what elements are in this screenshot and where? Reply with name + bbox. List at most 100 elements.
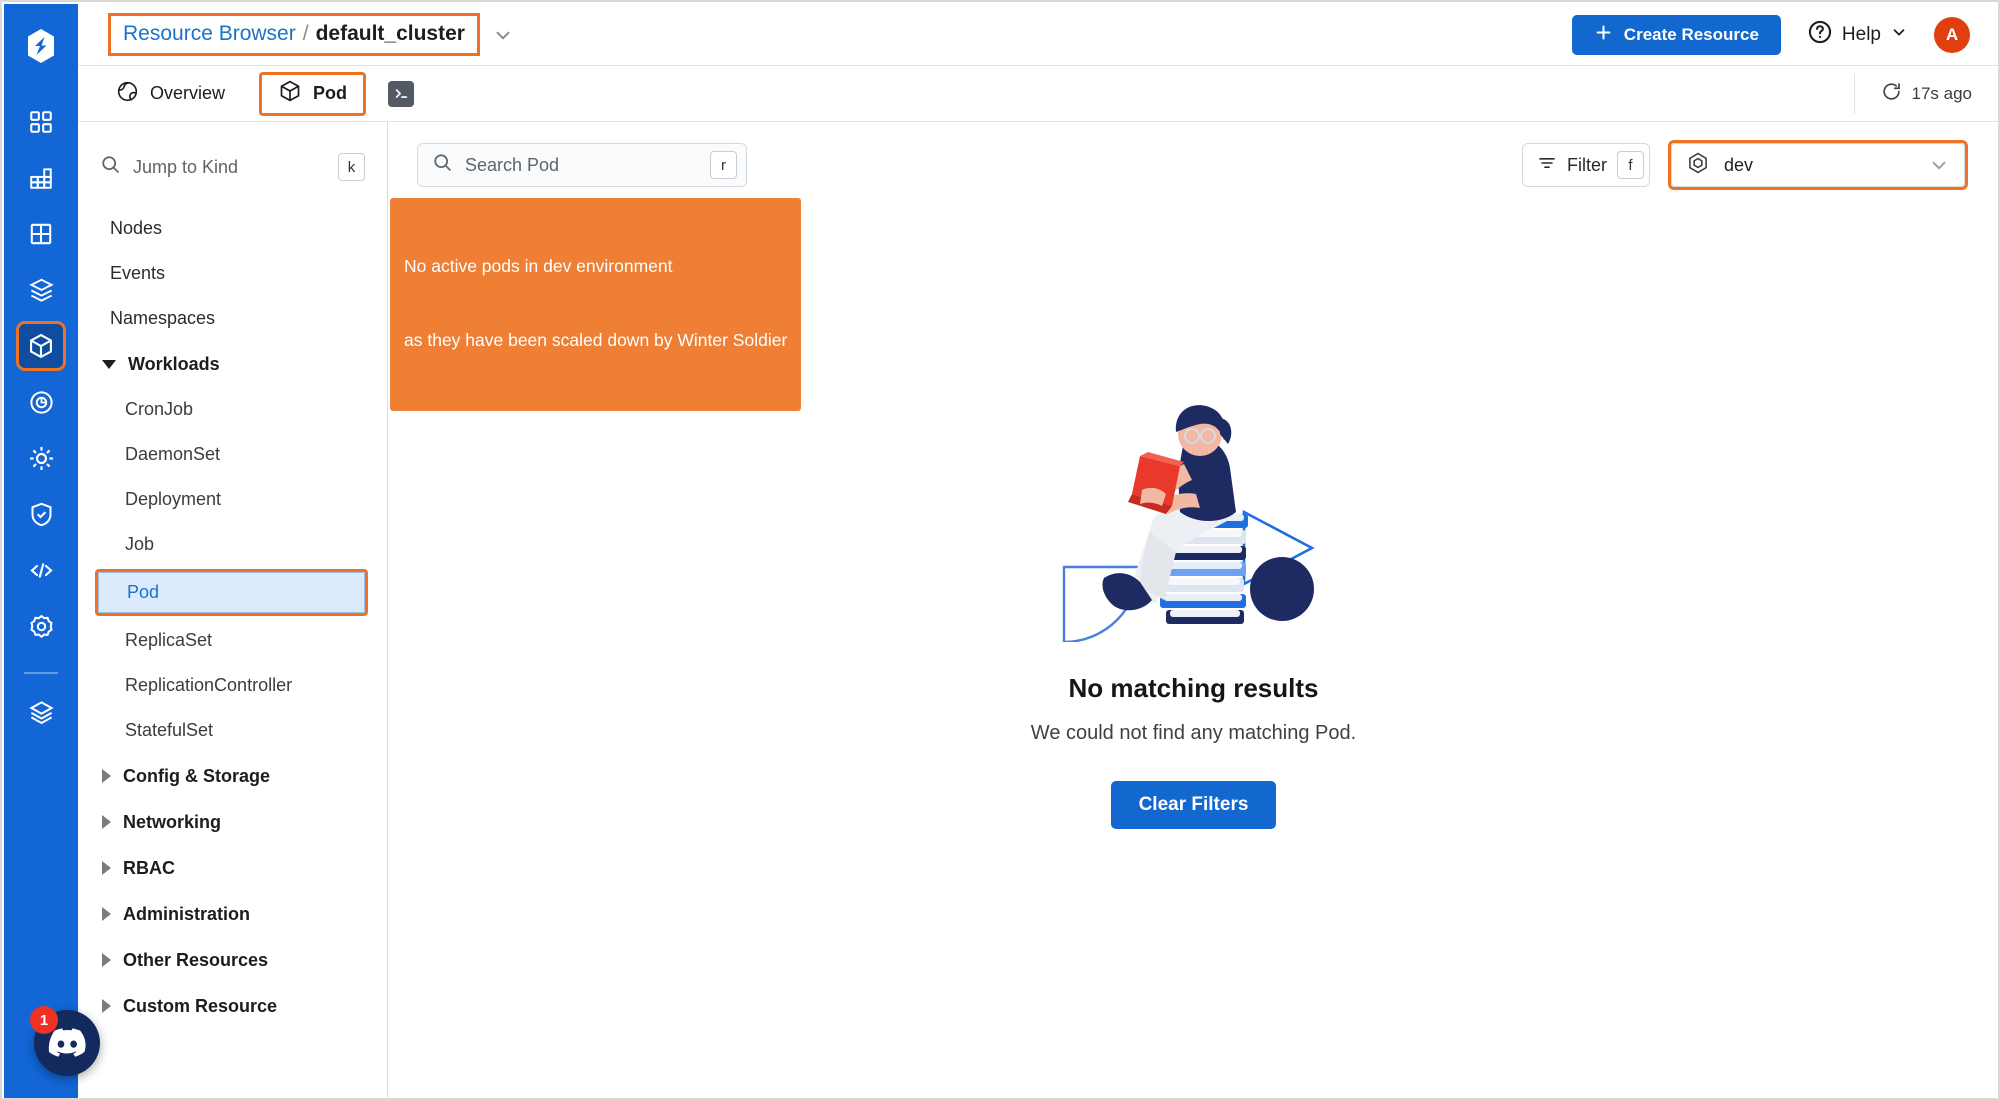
jump-to-kind-placeholder: Jump to Kind xyxy=(133,156,239,177)
sidebar-group-custom-resource[interactable]: Custom Resource xyxy=(78,983,387,1029)
namespace-select[interactable]: dev xyxy=(1671,143,1965,187)
create-resource-button[interactable]: Create Resource xyxy=(1571,14,1781,55)
grid-dashboard-icon xyxy=(28,109,54,135)
app-window: 1 Resource Browser / default_cluster Cre… xyxy=(0,0,2000,1100)
filter-shortcut: f xyxy=(1617,151,1644,179)
sidebar-group-config-storage[interactable]: Config & Storage xyxy=(78,753,387,799)
filter-icon xyxy=(1537,153,1557,178)
sun-gear-icon xyxy=(28,445,55,472)
sidebar-item-pod[interactable]: Pod xyxy=(98,572,365,613)
sidebar-item-pod-highlight: Pod xyxy=(95,569,368,616)
globe-icon xyxy=(116,80,139,108)
sidebar-item-job[interactable]: Job xyxy=(78,522,387,567)
app-logo-icon[interactable] xyxy=(19,24,63,68)
stacked-box-icon xyxy=(28,277,55,304)
sidebar-group-rbac[interactable]: RBAC xyxy=(78,845,387,891)
caret-down-icon xyxy=(102,359,116,369)
sidebar-group-workloads[interactable]: Workloads xyxy=(78,341,387,387)
rail-item-settings[interactable] xyxy=(19,604,63,648)
sidebar-item-label: Deployment xyxy=(125,489,222,509)
sidebar-item-label: Pod xyxy=(127,582,160,602)
table-grid-icon xyxy=(28,221,54,247)
terminal-icon[interactable] xyxy=(388,80,415,107)
empty-state-subtitle: We could not find any matching Pod. xyxy=(1030,722,1357,744)
search-icon xyxy=(100,154,121,180)
caret-right-icon xyxy=(102,953,111,967)
rail-item-grid-dashboard[interactable] xyxy=(19,100,63,144)
sidebar-item-daemonset[interactable]: DaemonSet xyxy=(78,432,387,477)
rail-item-stacked-box[interactable] xyxy=(19,268,63,312)
sidebar-group-administration[interactable]: Administration xyxy=(78,891,387,937)
sidebar-item-deployment[interactable]: Deployment xyxy=(78,477,387,522)
sidebar-item-label: Events xyxy=(110,263,166,283)
search-icon xyxy=(432,152,453,178)
cube-icon xyxy=(278,79,302,108)
filter-button[interactable]: Filter f xyxy=(1522,143,1650,187)
jump-to-kind-input[interactable]: Jump to Kind k xyxy=(100,146,365,188)
rail-item-security[interactable] xyxy=(19,492,63,536)
refresh-status[interactable]: 17s ago xyxy=(1853,73,1972,114)
rail-item-layers[interactable] xyxy=(19,690,63,734)
question-circle-icon xyxy=(1807,19,1833,51)
settings-gear-icon xyxy=(28,613,55,640)
sidebar-item-namespaces[interactable]: Namespaces xyxy=(78,296,387,341)
sidebar-group-label: Config & Storage xyxy=(123,765,270,786)
caret-right-icon xyxy=(102,999,111,1013)
sidebar-group-label: Administration xyxy=(123,903,251,924)
shield-check-icon xyxy=(28,501,55,528)
sidebar-item-label: DaemonSet xyxy=(125,444,221,464)
chevron-down-icon xyxy=(1928,154,1950,176)
sidebar-group-networking[interactable]: Networking xyxy=(78,799,387,845)
plus-icon xyxy=(1594,23,1613,47)
rail-item-resource-browser[interactable] xyxy=(16,321,66,371)
help-menu-button[interactable]: Help xyxy=(1807,19,1908,51)
sidebar-item-events[interactable]: Events xyxy=(78,251,387,296)
sidebar-group-label: Other Resources xyxy=(123,949,269,970)
breadcrumb[interactable]: Resource Browser / default_cluster xyxy=(108,13,480,56)
sidebar-item-replicaset[interactable]: ReplicaSet xyxy=(78,618,387,663)
sidebar-item-label: Job xyxy=(125,534,155,554)
rail-item-target[interactable] xyxy=(19,380,63,424)
sidebar-item-statefulset[interactable]: StatefulSet xyxy=(78,708,387,753)
sidebar-item-label: CronJob xyxy=(125,399,194,419)
sidebar-item-cronjob[interactable]: CronJob xyxy=(78,387,387,432)
create-resource-label: Create Resource xyxy=(1623,24,1759,44)
search-pod-input[interactable]: Search Pod r xyxy=(417,143,747,187)
cube-icon xyxy=(27,332,55,360)
bar-chart-grid-icon xyxy=(28,165,54,191)
tab-overview[interactable]: Overview xyxy=(100,72,241,116)
chevron-down-icon[interactable] xyxy=(492,24,514,46)
caret-right-icon xyxy=(102,815,111,829)
clear-filters-button[interactable]: Clear Filters xyxy=(1110,781,1277,829)
refresh-icon xyxy=(1881,81,1902,107)
jump-to-kind-shortcut: k xyxy=(338,153,365,181)
sidebar-group-label: Custom Resource xyxy=(123,995,278,1016)
namespace-hexagon-icon xyxy=(1686,151,1710,180)
help-label: Help xyxy=(1841,23,1881,45)
sidebar-group-other-resources[interactable]: Other Resources xyxy=(78,937,387,983)
tab-pod-label: Pod xyxy=(313,83,348,103)
breadcrumb-root[interactable]: Resource Browser xyxy=(123,22,296,46)
caret-right-icon xyxy=(102,769,111,783)
code-brackets-icon xyxy=(28,557,55,584)
avatar[interactable]: A xyxy=(1934,16,1970,53)
header-actions: Create Resource Help A xyxy=(1571,14,1970,55)
rail-item-table-grid[interactable] xyxy=(19,212,63,256)
sidebar-item-nodes[interactable]: Nodes xyxy=(78,206,387,251)
chevron-down-icon xyxy=(1890,23,1908,47)
annotation-line-2: as they have been scaled down by Winter … xyxy=(404,330,788,351)
empty-state-title: No matching results xyxy=(1068,673,1319,703)
chat-support-widget[interactable]: 1 xyxy=(30,1006,100,1076)
tab-bar: Overview Pod 17s ago xyxy=(78,66,1998,122)
sidebar-item-label: ReplicaSet xyxy=(125,630,213,650)
namespace-value: dev xyxy=(1724,154,1754,175)
sidebar-item-label: ReplicationController xyxy=(125,675,293,695)
tab-pod[interactable]: Pod xyxy=(259,71,367,116)
tab-overview-label: Overview xyxy=(150,83,226,103)
rail-item-bar-chart-grid[interactable] xyxy=(19,156,63,200)
rail-item-sun-gear[interactable] xyxy=(19,436,63,480)
sidebar-item-replicationcontroller[interactable]: ReplicationController xyxy=(78,663,387,708)
sidebar-group-label: Workloads xyxy=(128,353,220,374)
search-pod-placeholder: Search Pod xyxy=(465,154,560,175)
rail-item-code[interactable] xyxy=(19,548,63,592)
